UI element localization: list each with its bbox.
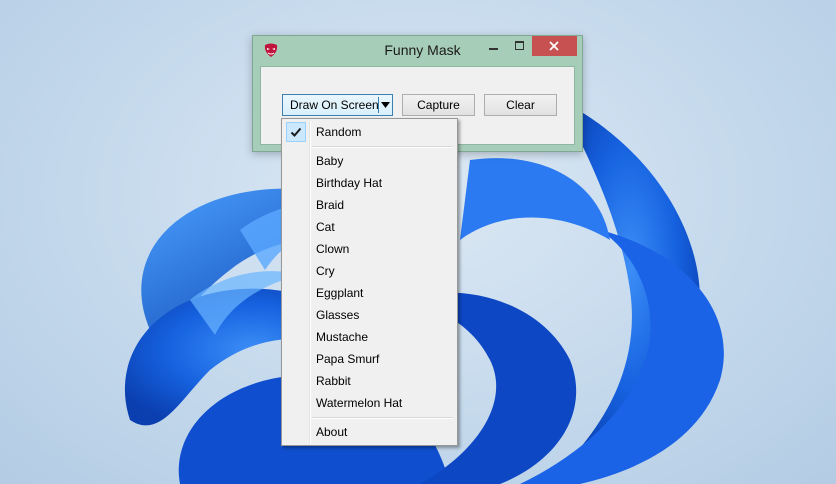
capture-button[interactable]: Capture bbox=[402, 94, 475, 116]
menu-item-label: Watermelon Hat bbox=[316, 396, 403, 410]
menu-item-label: Birthday Hat bbox=[316, 176, 383, 190]
draw-on-screen-split-button[interactable]: Draw On Screen bbox=[282, 94, 393, 116]
menu-item-cry[interactable]: Cry bbox=[284, 260, 455, 282]
menu-item-braid[interactable]: Braid bbox=[284, 194, 455, 216]
menu-item-baby[interactable]: Baby bbox=[284, 150, 455, 172]
menu-item-label: Baby bbox=[316, 154, 344, 168]
menu-separator bbox=[312, 146, 453, 148]
menu-item-rabbit[interactable]: Rabbit bbox=[284, 370, 455, 392]
draw-on-screen-label: Draw On Screen bbox=[290, 98, 379, 112]
menu-item-birthday-hat[interactable]: Birthday Hat bbox=[284, 172, 455, 194]
dropdown-arrow-icon[interactable] bbox=[381, 102, 390, 108]
menu-item-glasses[interactable]: Glasses bbox=[284, 304, 455, 326]
menu-item-label: Random bbox=[316, 125, 362, 139]
menu-item-label: Eggplant bbox=[316, 286, 364, 300]
title-bar[interactable]: Funny Mask bbox=[253, 36, 582, 64]
menu-item-clown[interactable]: Clown bbox=[284, 238, 455, 260]
menu-item-cat[interactable]: Cat bbox=[284, 216, 455, 238]
split-divider bbox=[378, 97, 379, 113]
close-button[interactable] bbox=[532, 36, 577, 56]
minimize-button[interactable] bbox=[483, 36, 505, 56]
menu-item-about[interactable]: About bbox=[284, 421, 455, 443]
menu-item-label: Mustache bbox=[316, 330, 369, 344]
menu-item-eggplant[interactable]: Eggplant bbox=[284, 282, 455, 304]
checkmark-highlight bbox=[286, 122, 306, 142]
menu-item-random[interactable]: Random bbox=[284, 121, 455, 143]
menu-item-label: About bbox=[316, 425, 348, 439]
menu-item-label: Braid bbox=[316, 198, 345, 212]
menu-item-label: Cry bbox=[316, 264, 335, 278]
checkmark-icon bbox=[290, 127, 302, 137]
mask-dropdown-menu: Random Baby Birthday Hat Braid Cat Clown… bbox=[281, 118, 458, 446]
menu-item-label: Clown bbox=[316, 242, 350, 256]
menu-item-label: Papa Smurf bbox=[316, 352, 380, 366]
menu-item-papa-smurf[interactable]: Papa Smurf bbox=[284, 348, 455, 370]
menu-item-mustache[interactable]: Mustache bbox=[284, 326, 455, 348]
menu-separator bbox=[312, 417, 453, 419]
maximize-button[interactable] bbox=[509, 36, 531, 56]
clear-button[interactable]: Clear bbox=[484, 94, 557, 116]
menu-item-label: Cat bbox=[316, 220, 335, 234]
menu-item-label: Glasses bbox=[316, 308, 360, 322]
menu-item-watermelon-hat[interactable]: Watermelon Hat bbox=[284, 392, 455, 414]
close-icon bbox=[549, 41, 559, 51]
menu-item-label: Rabbit bbox=[316, 374, 351, 388]
